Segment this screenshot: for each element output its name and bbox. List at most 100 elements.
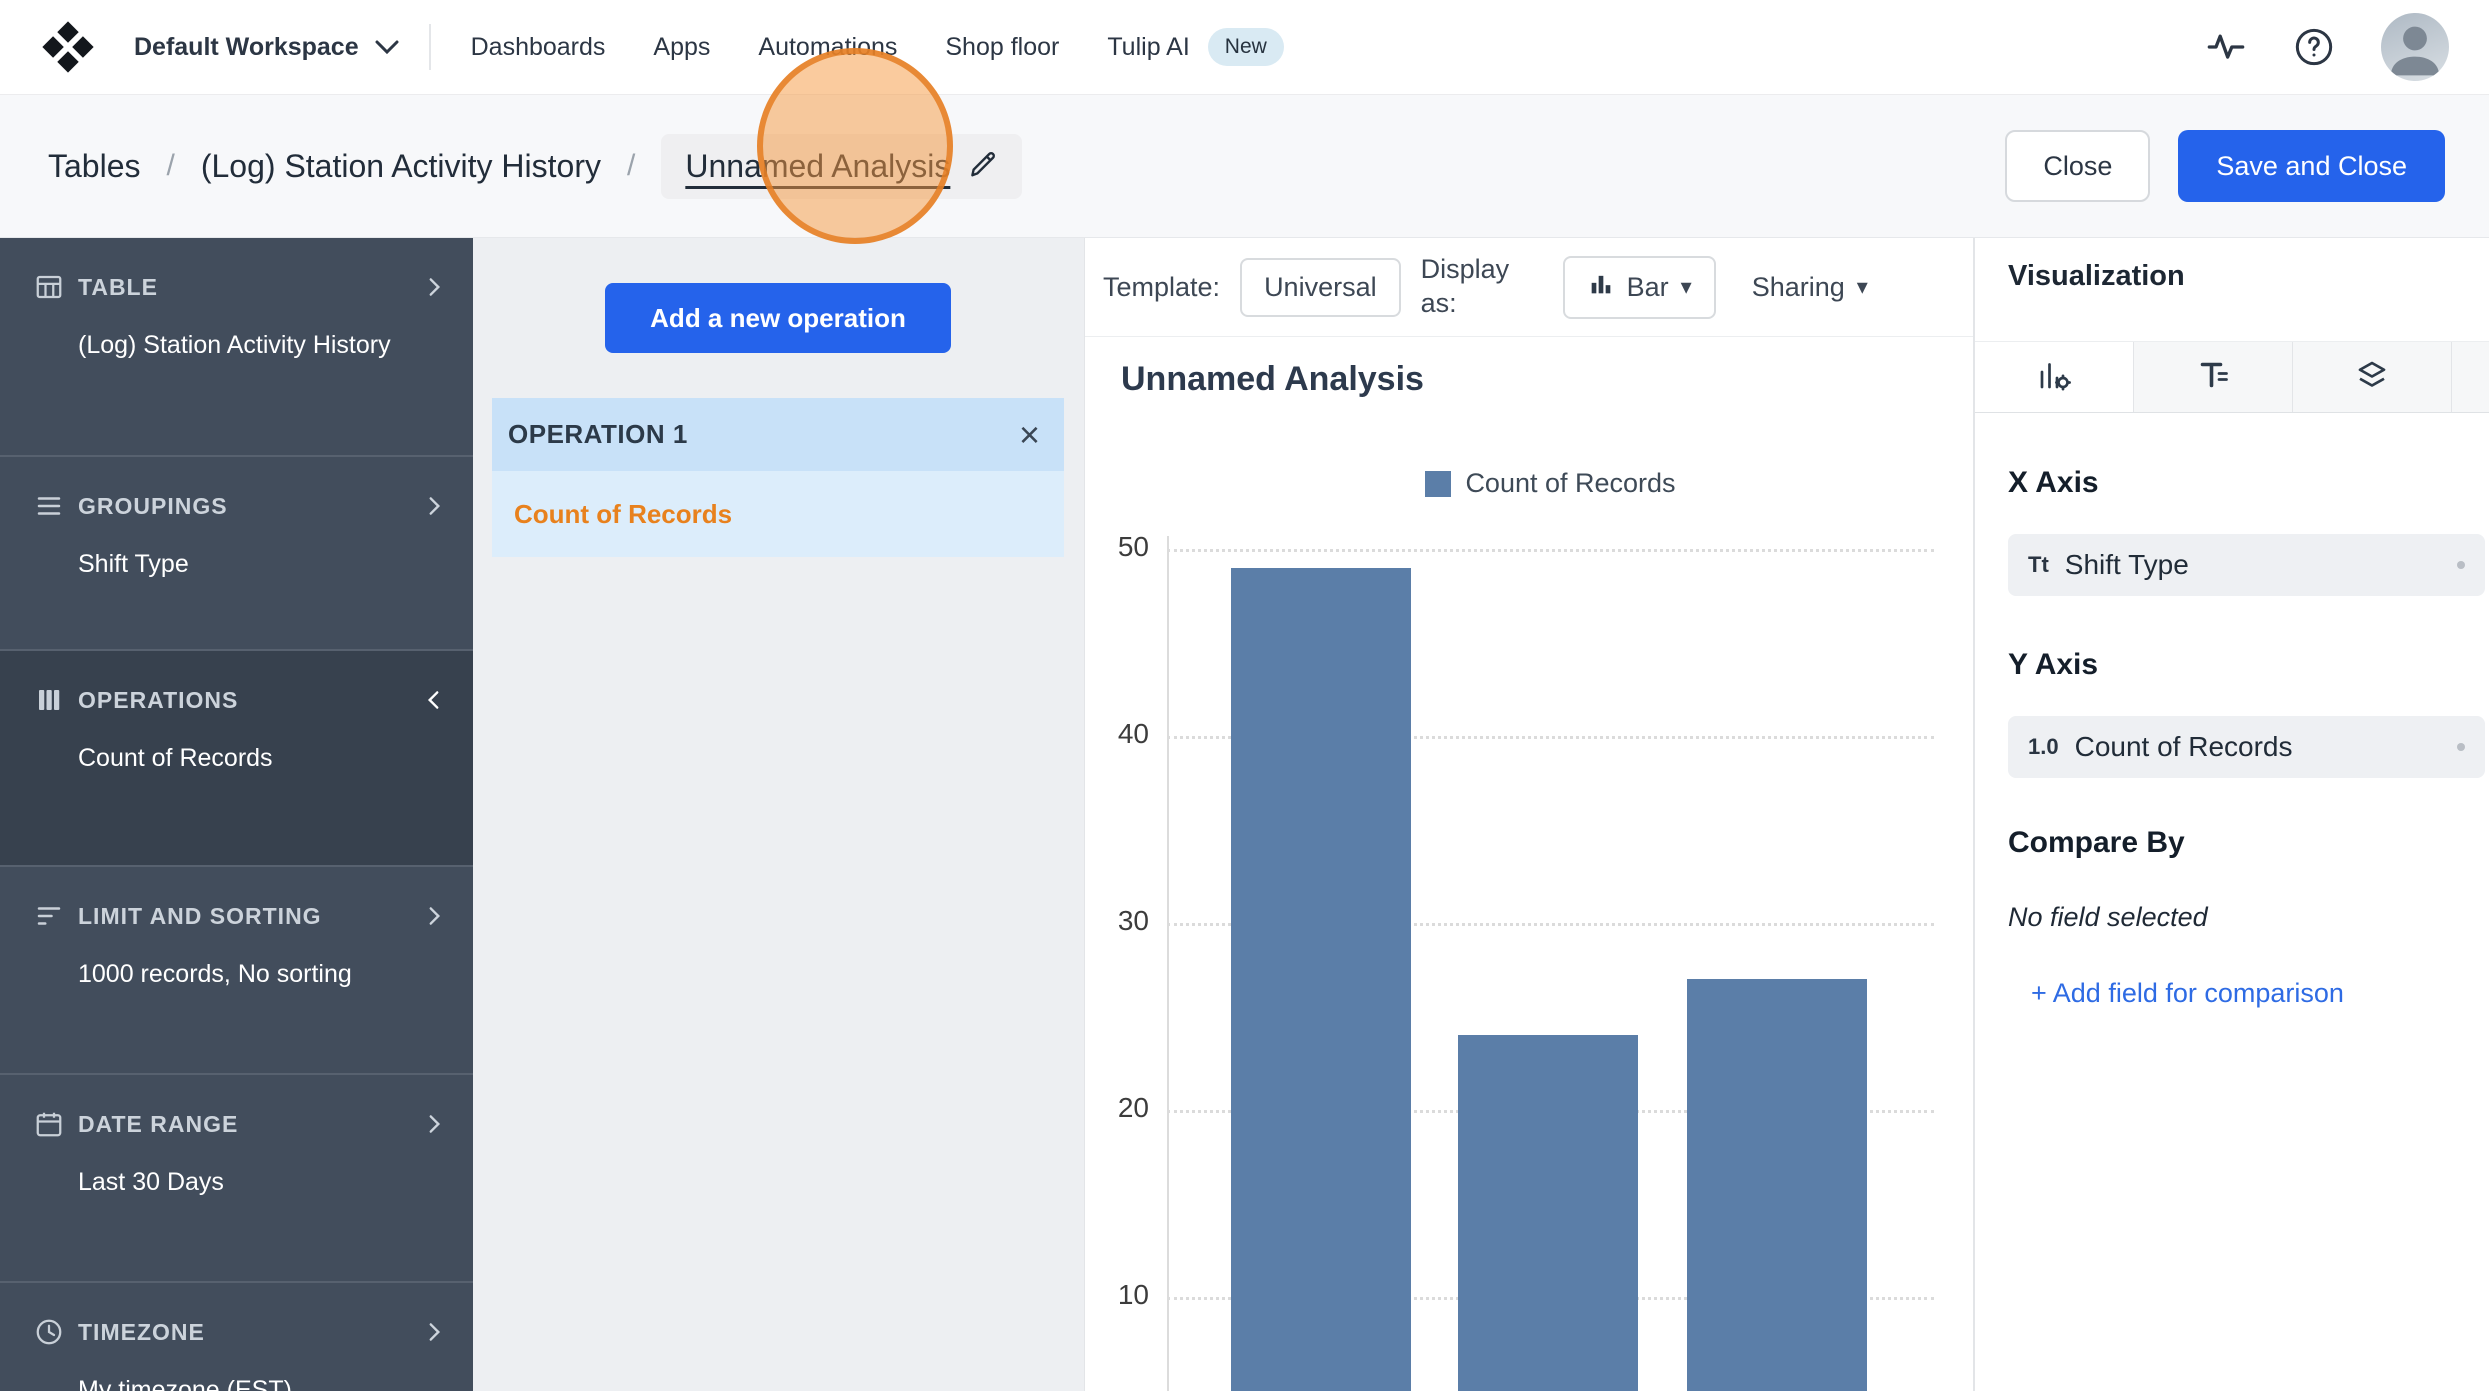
breadcrumb-table-name[interactable]: (Log) Station Activity History bbox=[201, 148, 601, 185]
legend-label: Count of Records bbox=[1465, 468, 1675, 499]
nav-item-automations[interactable]: Automations bbox=[758, 33, 897, 62]
chevron-left-icon bbox=[421, 687, 447, 713]
operations-column: Add a new operation OPERATION 1 × Count … bbox=[473, 238, 1084, 1391]
close-icon[interactable]: × bbox=[1019, 417, 1040, 453]
add-operation-button[interactable]: Add a new operation bbox=[605, 283, 951, 353]
section-header: GROUPINGS bbox=[34, 487, 447, 525]
operation-title: OPERATION 1 bbox=[508, 419, 688, 450]
chevron-right-icon bbox=[421, 274, 447, 300]
analysis-name[interactable]: Unnamed Analysis bbox=[685, 148, 950, 185]
tab-chart-settings[interactable] bbox=[1975, 342, 2134, 412]
section-header: TIMEZONE bbox=[34, 1313, 447, 1351]
nav-item-apps[interactable]: Apps bbox=[653, 33, 710, 62]
sharing-dropdown[interactable]: Sharing ▾ bbox=[1752, 272, 1868, 303]
compare-by-heading: Compare By bbox=[2008, 826, 2185, 860]
add-field-comparison-link[interactable]: + Add field for comparison bbox=[2031, 978, 2344, 1009]
section-value: (Log) Station Activity History bbox=[34, 328, 398, 363]
bar-2 bbox=[1687, 979, 1867, 1391]
activity-pulse-icon[interactable] bbox=[2205, 26, 2247, 68]
tulip-logo-icon[interactable] bbox=[40, 19, 96, 75]
number-type-icon: 1.0 bbox=[2028, 734, 2059, 760]
nav-item-tulip-ai[interactable]: Tulip AI bbox=[1107, 33, 1189, 62]
chart-legend[interactable]: Count of Records bbox=[1167, 468, 1934, 499]
breadcrumb-separator: / bbox=[627, 149, 635, 183]
display-as-select[interactable]: Bar ▾ bbox=[1563, 256, 1716, 319]
section-value: 1000 records, No sorting bbox=[34, 957, 398, 992]
drag-handle-dot bbox=[2457, 743, 2465, 751]
visualization-panel: Visualization X Axis Tt Shift Type bbox=[1973, 238, 2489, 1391]
workspace-name: Default Workspace bbox=[134, 33, 359, 62]
section-title: OPERATIONS bbox=[78, 687, 238, 714]
legend-swatch bbox=[1425, 471, 1451, 497]
breadcrumb-bar: Tables / (Log) Station Activity History … bbox=[0, 95, 2489, 238]
chevron-down-icon: ▾ bbox=[1857, 274, 1868, 300]
y-tick-label: 30 bbox=[1085, 905, 1149, 937]
template-label: Template: bbox=[1103, 272, 1220, 303]
section-title: GROUPINGS bbox=[78, 493, 228, 520]
layers-icon bbox=[2354, 357, 2390, 398]
save-and-close-button[interactable]: Save and Close bbox=[2178, 130, 2445, 202]
sidebar-section-timezone[interactable]: TIMEZONE My timezone (EST) bbox=[0, 1283, 473, 1391]
operation-item-row[interactable]: Count of Records bbox=[492, 471, 1064, 557]
help-icon[interactable] bbox=[2293, 26, 2335, 68]
nav-item-dashboards[interactable]: Dashboards bbox=[471, 33, 606, 62]
user-avatar[interactable] bbox=[2381, 13, 2449, 81]
template-select[interactable]: Universal bbox=[1240, 258, 1401, 317]
sidebar-section-table[interactable]: TABLE (Log) Station Activity History bbox=[0, 238, 473, 457]
clock-icon bbox=[34, 1317, 64, 1347]
groupings-icon bbox=[34, 491, 64, 521]
tab-text-format[interactable] bbox=[2134, 342, 2293, 412]
x-axis-field-label: Shift Type bbox=[2065, 549, 2189, 581]
x-axis-field-chip[interactable]: Tt Shift Type bbox=[2008, 534, 2485, 596]
breadcrumb-separator: / bbox=[167, 149, 175, 183]
operation-header[interactable]: OPERATION 1 × bbox=[492, 398, 1064, 471]
query-sidebar: TABLE (Log) Station Activity History GRO… bbox=[0, 238, 473, 1391]
sidebar-section-groupings[interactable]: GROUPINGS Shift Type bbox=[0, 457, 473, 651]
bar-1 bbox=[1458, 1035, 1638, 1391]
section-title: TIMEZONE bbox=[78, 1319, 205, 1346]
display-as-label: Display as: bbox=[1421, 253, 1543, 321]
chart-plot: 1020304050 bbox=[1085, 238, 1973, 1391]
operations-icon bbox=[34, 685, 64, 715]
chevron-down-icon bbox=[375, 33, 399, 62]
sidebar-section-limit-sorting[interactable]: LIMIT AND SORTING 1000 records, No sorti… bbox=[0, 867, 473, 1075]
nav-links: Dashboards Apps Automations Shop floor T… bbox=[471, 28, 1284, 66]
section-header: LIMIT AND SORTING bbox=[34, 897, 447, 935]
sidebar-section-operations[interactable]: OPERATIONS Count of Records bbox=[0, 651, 473, 867]
header-actions: Close Save and Close bbox=[2005, 130, 2445, 202]
y-axis-line bbox=[1167, 536, 1169, 1391]
sorting-filter-icon bbox=[34, 901, 64, 931]
nav-item-shop-floor[interactable]: Shop floor bbox=[945, 33, 1059, 62]
y-axis-field-label: Count of Records bbox=[2075, 731, 2293, 763]
close-button[interactable]: Close bbox=[2005, 130, 2150, 202]
y-axis-field-chip[interactable]: 1.0 Count of Records bbox=[2008, 716, 2485, 778]
nav-divider bbox=[429, 24, 431, 70]
y-tick-label: 40 bbox=[1085, 718, 1149, 750]
drag-handle-dot bbox=[2457, 561, 2465, 569]
operation-panel: OPERATION 1 × Count of Records bbox=[492, 398, 1064, 557]
pencil-edit-icon[interactable] bbox=[968, 149, 998, 184]
tab-layers[interactable] bbox=[2293, 342, 2452, 412]
chart-settings-icon bbox=[2036, 357, 2072, 398]
section-value: Shift Type bbox=[34, 547, 398, 582]
table-icon bbox=[34, 272, 64, 302]
display-as-value: Bar bbox=[1627, 272, 1669, 303]
y-tick-label: 50 bbox=[1085, 531, 1149, 563]
section-value: Count of Records bbox=[34, 741, 398, 776]
section-header: TABLE bbox=[34, 268, 447, 306]
y-axis-heading: Y Axis bbox=[2008, 648, 2098, 682]
sidebar-section-date-range[interactable]: DATE RANGE Last 30 Days bbox=[0, 1075, 473, 1283]
sharing-label: Sharing bbox=[1752, 272, 1845, 303]
chevron-right-icon bbox=[421, 1319, 447, 1345]
nav-right-icons bbox=[2205, 13, 2449, 81]
gridline bbox=[1167, 549, 1934, 552]
operation-item-label: Count of Records bbox=[514, 499, 732, 530]
section-title: TABLE bbox=[78, 274, 158, 301]
breadcrumb-tables[interactable]: Tables bbox=[48, 148, 141, 185]
chevron-right-icon bbox=[421, 493, 447, 519]
template-value: Universal bbox=[1264, 272, 1377, 303]
y-tick-label: 20 bbox=[1085, 1092, 1149, 1124]
visualization-tabs bbox=[1975, 341, 2489, 413]
workspace-selector[interactable]: Default Workspace bbox=[134, 33, 399, 62]
analysis-name-editor[interactable]: Unnamed Analysis bbox=[661, 134, 1022, 199]
